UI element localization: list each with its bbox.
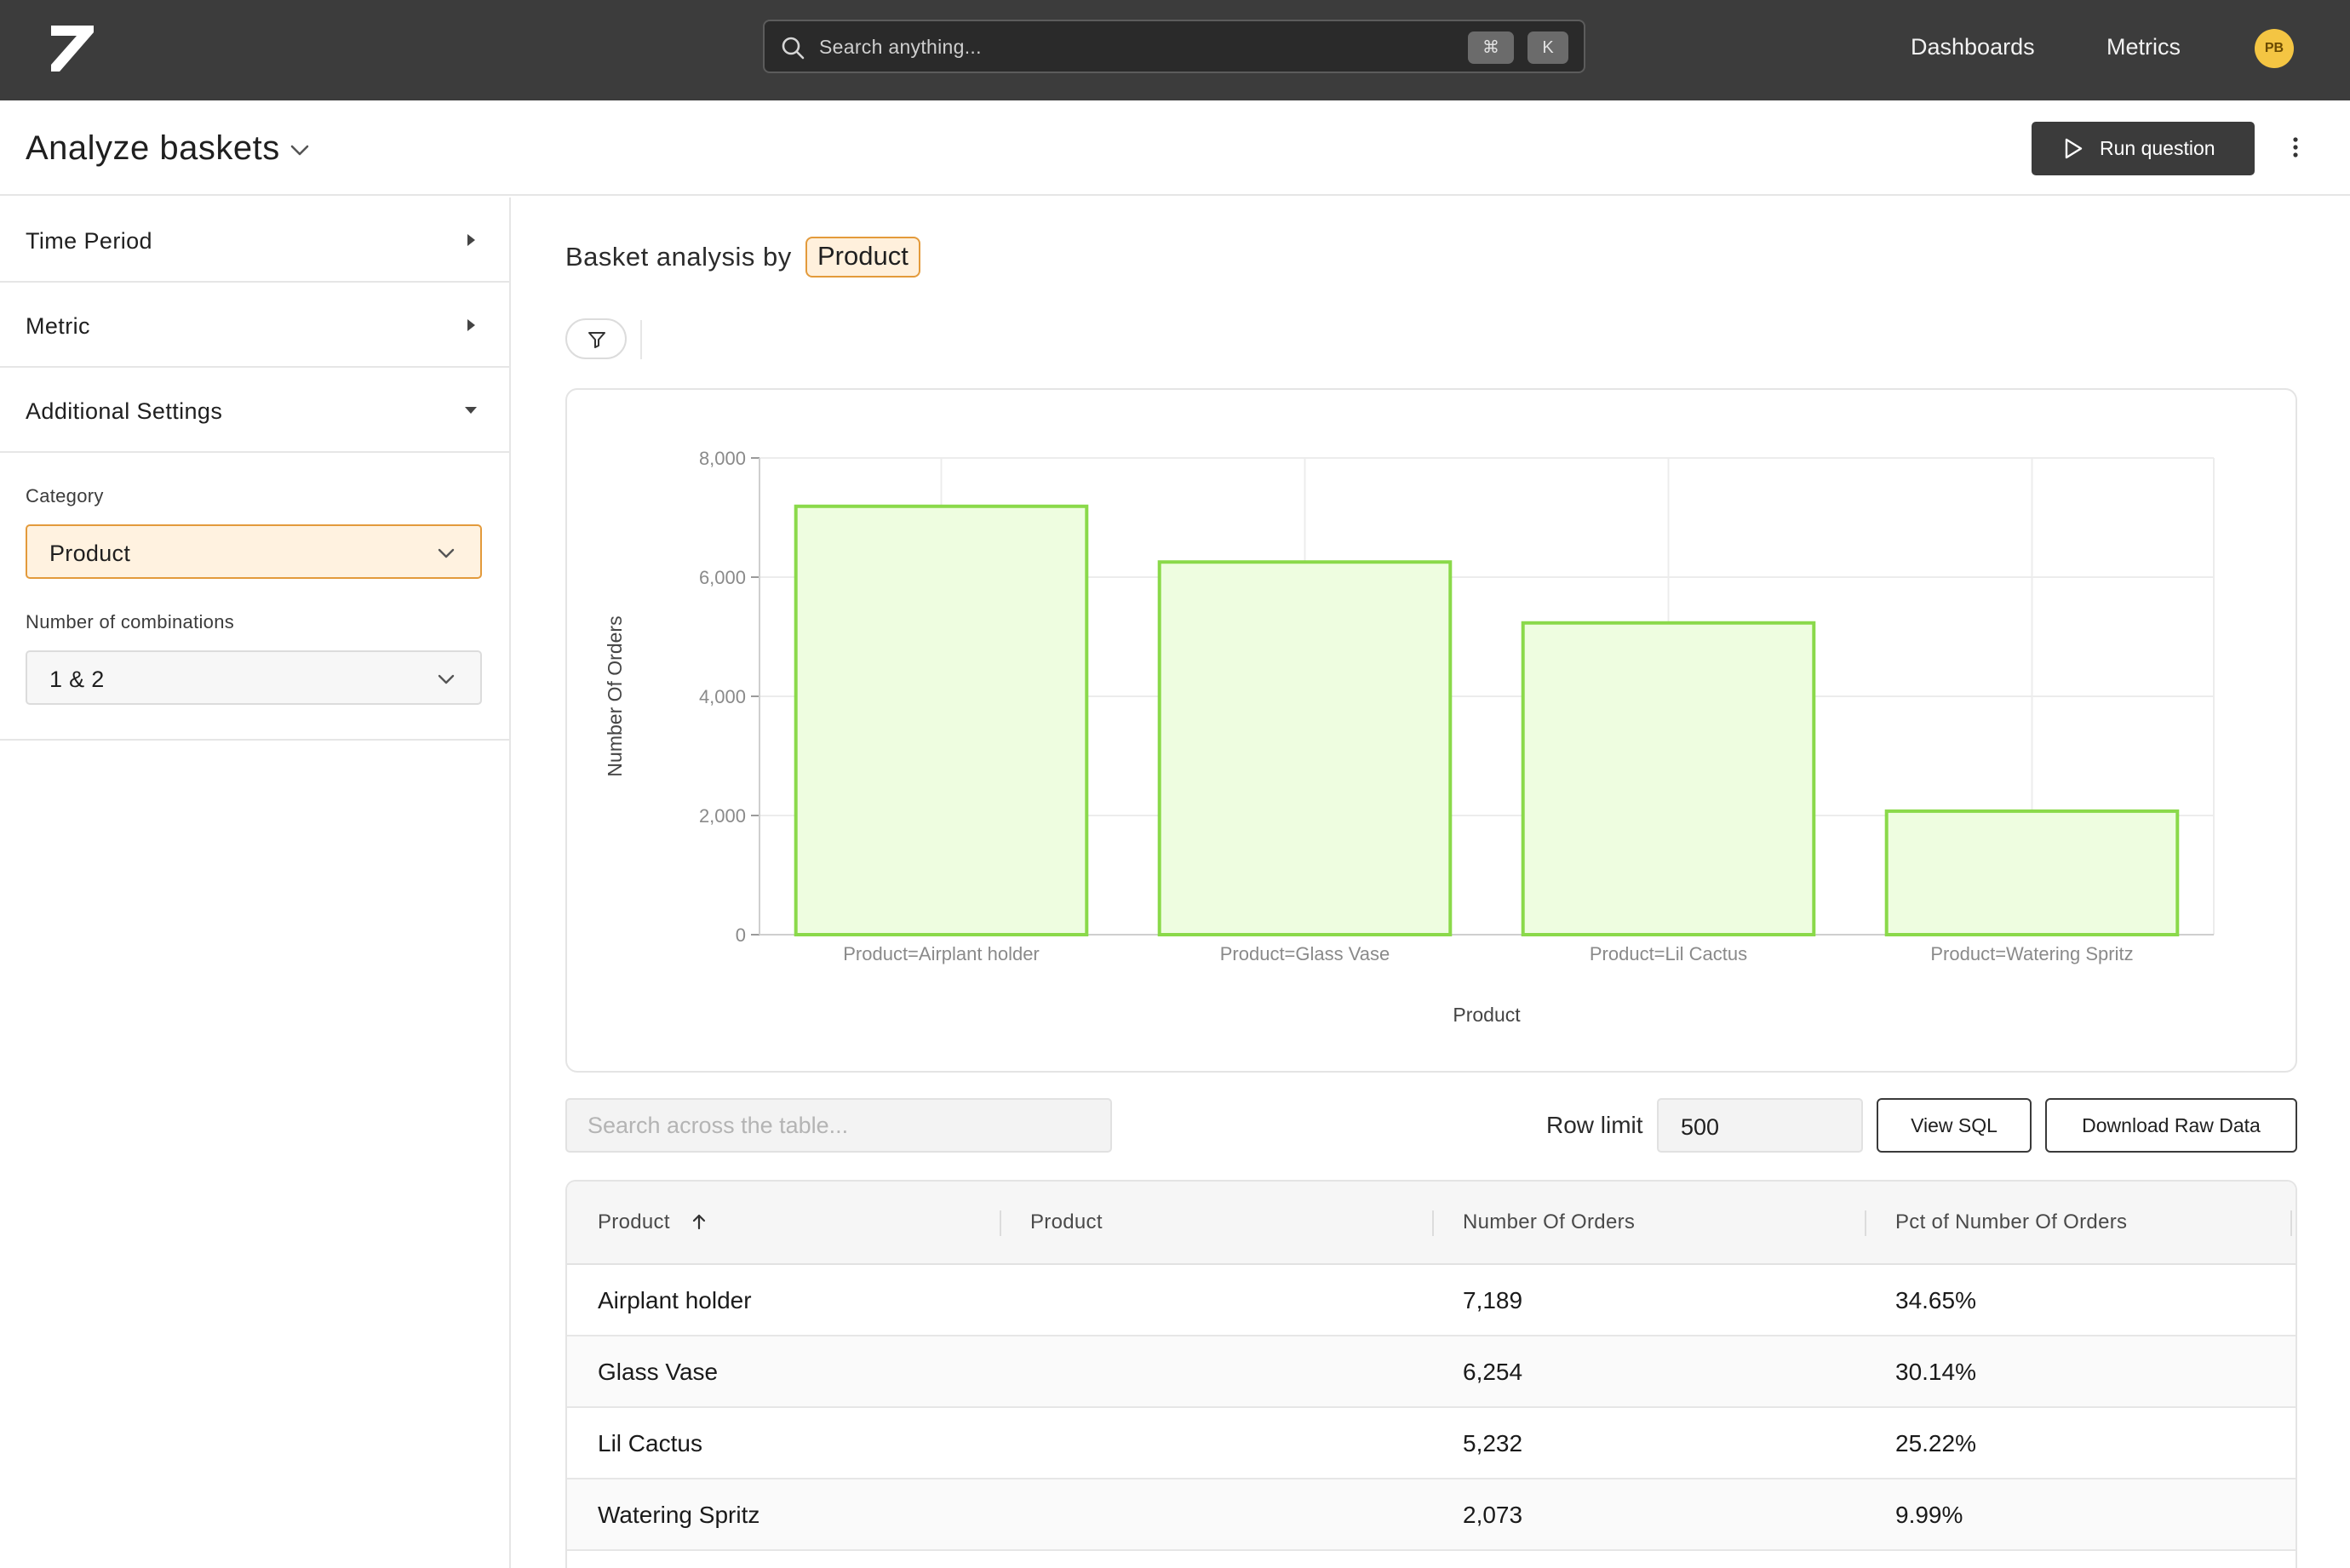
toolbar-divider [640,320,642,359]
column-header-pct-of-orders[interactable]: Pct of Number Of Orders [1895,1210,2127,1234]
cell-product: Lil Cactus [598,1430,702,1456]
row-limit-input[interactable]: 500 [1657,1098,1863,1153]
search-icon [782,37,805,60]
table-row[interactable]: Lil Cactus 5,232 25.22% [567,1408,2296,1479]
page-header: Analyze baskets Run question [0,100,2350,196]
filter-icon [588,332,605,348]
row-limit-value: 500 [1681,1114,1720,1140]
section-time-period[interactable]: Time Period [0,197,509,283]
basket-dimension-pill[interactable]: Product [805,237,920,278]
bar-chart: 0 2,000 4,000 6,000 8,000 Product=Airplant ho… [604,448,2215,1026]
filter-button[interactable] [565,318,627,359]
cell-product: Airplant holder [598,1287,752,1313]
table-header: Product Product Number Of Orders Pct of … [567,1182,2296,1265]
cell-product: Watering Spritz [598,1502,760,1528]
cell-pct-of-orders: 34.65% [1895,1287,1976,1313]
table-row[interactable]: Airplant holder 7,189 34.65% [567,1265,2296,1336]
cell-number-of-orders: 5,232 [1463,1430,1523,1456]
chart-card: 0 2,000 4,000 6,000 8,000 Product=Airplant ho… [565,388,2297,1073]
combinations-label: Number of combinations [26,611,235,632]
section-label: Metric [26,313,90,339]
table-row[interactable]: Glass Vase 6,254 30.14% [567,1336,2296,1408]
row-limit-label: Row limit [1546,1112,1643,1138]
y-tick-label: 6,000 [699,567,746,588]
category-label: Category [26,485,104,506]
bar [1157,560,1453,936]
combinations-select[interactable]: 1 & 2 [26,650,482,705]
settings-sidebar: Time Period Metric Additional Settings C… [0,197,511,1568]
category-select[interactable]: Product [26,524,482,579]
global-search[interactable]: Search anything... ⌘ K [763,20,1585,73]
column-header-product[interactable]: Product [598,1210,670,1234]
y-tick-label: 4,000 [699,686,746,707]
app-logo-icon[interactable] [48,22,97,77]
cell-number-of-orders: 6,254 [1463,1359,1523,1385]
bar [1884,809,2180,937]
nav-link-metrics[interactable]: Metrics [2106,34,2181,60]
chevron-down-icon [438,548,455,558]
cell-pct-of-orders: 25.22% [1895,1430,1976,1456]
x-tick-label: Product=Watering Spritz [1930,943,2133,964]
y-axis-title: Number Of Orders [604,615,626,776]
sort-ascending-icon[interactable] [690,1212,708,1231]
bar [1521,621,1816,936]
column-resize-handle[interactable] [1865,1210,1866,1236]
run-question-button[interactable]: Run question [2032,122,2255,175]
basket-title: Basket analysis by [565,242,792,272]
page-title: Analyze baskets [26,129,280,167]
run-question-label: Run question [2100,137,2215,159]
x-axis-title: Product [1453,1004,1521,1026]
play-icon [2065,138,2083,159]
chevron-down-icon [438,674,455,684]
column-resize-handle[interactable] [1000,1210,1001,1236]
column-header-number-of-orders[interactable]: Number Of Orders [1463,1210,1635,1234]
section-metric[interactable]: Metric [0,283,509,368]
combinations-value: 1 & 2 [49,667,105,692]
main-content: Basket analysis by Product 0 2,000 4,000 6,… [513,197,2350,1568]
top-navbar: Search anything... ⌘ K Dashboards Metric… [0,0,2350,100]
bar [794,504,1089,937]
download-raw-data-button[interactable]: Download Raw Data [2045,1098,2297,1153]
cell-pct-of-orders: 30.14% [1895,1359,1976,1385]
column-resize-handle[interactable] [2290,1210,2292,1236]
section-label: Time Period [26,228,152,254]
caret-down-icon [465,407,477,414]
more-options-icon[interactable] [2285,134,2306,160]
table-row[interactable]: Watering Spritz 2,073 9.99% [567,1479,2296,1551]
section-label: Additional Settings [26,398,223,424]
nav-link-dashboards[interactable]: Dashboards [1911,34,2035,60]
shortcut-command-key: ⌘ [1468,31,1514,64]
caret-right-icon [467,234,475,246]
x-tick-label: Product=Glass Vase [1220,943,1390,964]
results-table: Product Product Number Of Orders Pct of … [565,1180,2297,1568]
x-tick-label: Product=Lil Cactus [1590,943,1747,964]
cell-product: Glass Vase [598,1359,719,1385]
view-sql-button[interactable]: View SQL [1877,1098,2032,1153]
section-additional-settings[interactable]: Additional Settings [0,368,509,453]
cell-number-of-orders: 2,073 [1463,1502,1523,1528]
search-placeholder: Search anything... [819,36,982,58]
caret-right-icon [467,319,475,331]
cell-pct-of-orders: 9.99% [1895,1502,1963,1528]
y-tick-label: 8,000 [699,448,746,469]
user-avatar[interactable]: PB [2255,29,2294,68]
category-value: Product [49,541,131,566]
y-tick-label: 0 [736,924,746,946]
x-tick-label: Product=Airplant holder [843,943,1040,964]
column-header-product-2[interactable]: Product [1030,1210,1103,1234]
y-tick-label: 2,000 [699,805,746,827]
chevron-down-icon[interactable] [288,138,312,162]
additional-settings-panel: Category Product Number of combinations … [0,453,509,741]
column-resize-handle[interactable] [1432,1210,1434,1236]
cell-number-of-orders: 7,189 [1463,1287,1523,1313]
table-search-input[interactable] [565,1098,1112,1153]
shortcut-k-key: K [1528,31,1568,64]
